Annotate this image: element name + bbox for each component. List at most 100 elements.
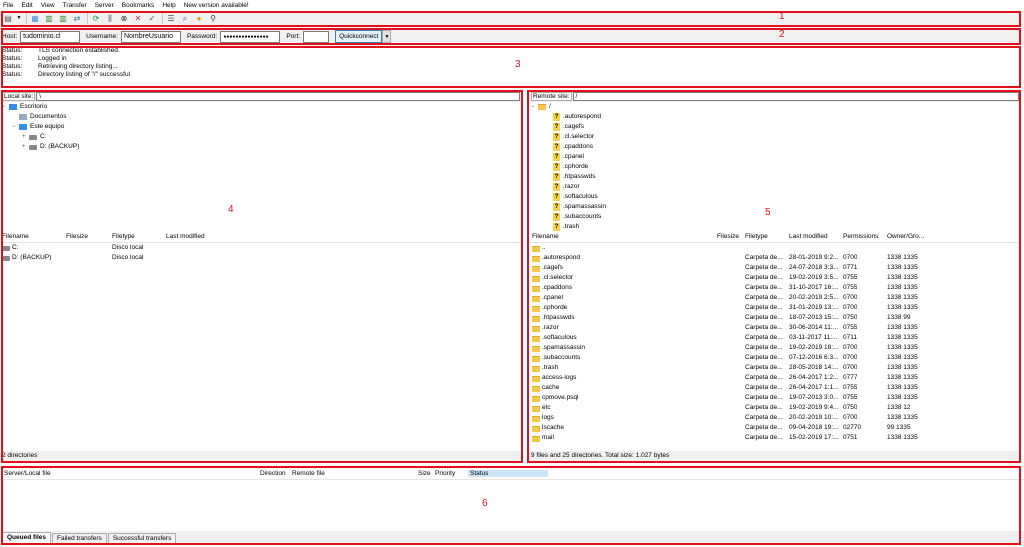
table-row[interactable]: logs Carpeta de... 20-02-2019 10:... 0700 13… [529, 413, 1021, 423]
table-row[interactable]: .cpanel Carpeta de... 20-02-2019 2:5... 070… [529, 293, 1021, 303]
table-row[interactable]: .softaculous Carpeta de... 03-11-2017 11:.… [529, 333, 1021, 343]
table-row[interactable]: .cpaddons Carpeta de... 31-10-2017 16:... 0… [529, 283, 1021, 293]
remote-path-input[interactable]: / [572, 92, 1019, 101]
tab-2[interactable]: Successful transfers [107, 533, 177, 543]
quickconnect-button[interactable]: Quickconnect [335, 30, 383, 43]
column-header[interactable]: Filetype [112, 233, 135, 240]
process-queue-icon[interactable]: ⫼ [104, 13, 116, 24]
menu-item-7[interactable]: New version available! [184, 2, 249, 9]
table-row[interactable]: .cl.selector Carpeta de... 19-02-2019 3:5.… [529, 273, 1021, 283]
table-row[interactable]: .cphorde Carpeta de... 31-01-2019 13:... 07… [529, 303, 1021, 313]
column-header[interactable]: Owner/Gro... [887, 233, 924, 240]
tree-node[interactable]: ? .autorespond [531, 112, 1021, 122]
expand-icon[interactable]: + [22, 132, 28, 142]
queue-column-header[interactable]: Remote file [292, 470, 325, 477]
table-row[interactable]: .razor Carpeta de... 30-06-2014 11:... 0755… [529, 323, 1021, 333]
queue-column-header[interactable]: Size [418, 470, 431, 477]
expand-icon[interactable]: − [2, 102, 8, 112]
tree-node[interactable]: − Este equipo [2, 122, 522, 132]
menu-item-4[interactable]: Server [95, 2, 114, 9]
table-row[interactable]: cpmove.psql Carpeta de... 19-07-2013 3:0..… [529, 393, 1021, 403]
tree-node[interactable]: + D: (BACKUP) [2, 142, 522, 152]
tree-node[interactable]: + C: [2, 132, 522, 142]
cell-perm: 0750 [843, 314, 858, 321]
column-header[interactable]: Filesize [717, 233, 739, 240]
menu-item-2[interactable]: View [41, 2, 55, 9]
list-item[interactable]: C: Disco local [0, 243, 522, 253]
column-header[interactable]: Filesize [66, 233, 88, 240]
table-row[interactable]: cache Carpeta de... 26-04-2017 1:1... 0755 1… [529, 383, 1021, 393]
column-header[interactable]: Permissions [843, 233, 878, 240]
tab-0[interactable]: Queued files [2, 532, 52, 543]
table-row[interactable]: .htpasswds Carpeta de... 18-07-2013 15:...… [529, 313, 1021, 323]
column-header[interactable]: Last modified [166, 233, 205, 240]
dropdown-icon[interactable]: ▼ [16, 13, 22, 24]
tree-node[interactable]: ? .cpaddons [531, 142, 1021, 152]
table-row[interactable]: .autorespond Carpeta de... 28-01-2019 9:2.… [529, 253, 1021, 263]
list-item[interactable]: D: (BACKUP) Disco local [0, 253, 522, 263]
menu-item-0[interactable]: File [3, 2, 13, 9]
tree-node[interactable]: ? .softaculous [531, 192, 1021, 202]
password-input[interactable]: ●●●●●●●●●●●●●●● [220, 30, 281, 43]
compare-icon[interactable]: ⌕ [179, 13, 191, 24]
host-input[interactable]: tudominio.cl [20, 30, 81, 43]
tree-node[interactable]: ? .subaccounts [531, 212, 1021, 222]
username-label: Username: [86, 33, 118, 40]
table-row[interactable]: .spamassassin Carpeta de... 19-02-2019 18:… [529, 343, 1021, 353]
message-log-icon[interactable]: ▦ [29, 13, 41, 24]
table-row[interactable]: .cagefs Carpeta de... 24-07-2018 3:3... 077… [529, 263, 1021, 273]
expand-icon[interactable]: − [12, 122, 18, 132]
queue-column-header[interactable]: Status [468, 470, 548, 477]
username-input[interactable]: NombreUsuario [120, 30, 181, 43]
tree-node[interactable]: ? .cagefs [531, 122, 1021, 132]
site-manager-icon[interactable]: ▤ [2, 13, 14, 24]
table-row[interactable]: etc Carpeta de... 19-02-2019 9:4... 0750 133… [529, 403, 1021, 413]
tree-node[interactable]: ? .razor [531, 182, 1021, 192]
column-header[interactable]: Filetype [745, 233, 768, 240]
menu-item-3[interactable]: Transfer [63, 2, 87, 9]
cell-name: .cpanel [542, 294, 563, 301]
column-header[interactable]: Filename [532, 233, 559, 240]
table-row[interactable]: mail Carpeta de... 15-02-2019 17:... 0751 13… [529, 433, 1021, 443]
local-site-label: Local site: [2, 92, 36, 101]
search-icon[interactable]: ⚲ [207, 13, 219, 24]
queue-column-header[interactable]: Priority [435, 470, 455, 477]
tree-node[interactable]: ? .cphorde [531, 162, 1021, 172]
table-row[interactable]: .subaccounts Carpeta de... 07-12-2016 6:3.… [529, 353, 1021, 363]
table-row[interactable]: .trash Carpeta de... 28-05-2018 14:... 0700… [529, 363, 1021, 373]
table-row[interactable]: lscache Carpeta de... 09-04-2018 19:... 027… [529, 423, 1021, 433]
tree-node[interactable]: ? .htpasswds [531, 172, 1021, 182]
collapse-icon[interactable]: − [531, 102, 537, 112]
local-path-input[interactable]: \ [36, 92, 520, 101]
port-input[interactable] [303, 30, 330, 43]
table-row[interactable]: .. [529, 243, 1021, 253]
sync-browse-icon[interactable]: ● [193, 13, 205, 24]
expand-icon[interactable]: + [22, 142, 28, 152]
transfer-queue-icon[interactable]: ⇄ [71, 13, 83, 24]
cancel-icon[interactable]: ⊗ [118, 13, 130, 24]
refresh-icon[interactable]: ⟳ [90, 13, 102, 24]
queue-column-header[interactable]: Server/Local file [4, 470, 51, 477]
table-row[interactable]: access-logs Carpeta de... 26-04-2017 1:2..… [529, 373, 1021, 383]
local-tree-icon[interactable]: ▥ [43, 13, 55, 24]
tree-node[interactable]: − Escritorio [2, 102, 522, 112]
tree-node[interactable]: Documentos [2, 112, 522, 122]
quickconnect-dropdown-icon[interactable]: ▼ [382, 30, 392, 43]
remote-tree-icon[interactable]: ▥ [57, 13, 69, 24]
column-header[interactable]: Last modified [789, 233, 828, 240]
disconnect-icon[interactable]: ✕ [132, 13, 144, 24]
tree-node[interactable]: ? .trash [531, 222, 1021, 231]
menu-item-6[interactable]: Help [162, 2, 175, 9]
reconnect-icon[interactable]: ✓ [146, 13, 158, 24]
tab-1[interactable]: Failed transfers [52, 533, 107, 543]
tree-node[interactable]: ? .cl.selector [531, 132, 1021, 142]
tree-node[interactable]: ? .spamassassin [531, 202, 1021, 212]
menu-item-5[interactable]: Bookmarks [122, 2, 155, 9]
toolbar-separator [26, 13, 27, 24]
tree-node[interactable]: − / [531, 102, 1021, 112]
filter-icon[interactable]: ☰ [165, 13, 177, 24]
menu-item-1[interactable]: Edit [21, 2, 32, 9]
queue-column-header[interactable]: Direction [260, 470, 286, 477]
tree-node[interactable]: ? .cpanel [531, 152, 1021, 162]
column-header[interactable]: Filename [2, 233, 29, 240]
